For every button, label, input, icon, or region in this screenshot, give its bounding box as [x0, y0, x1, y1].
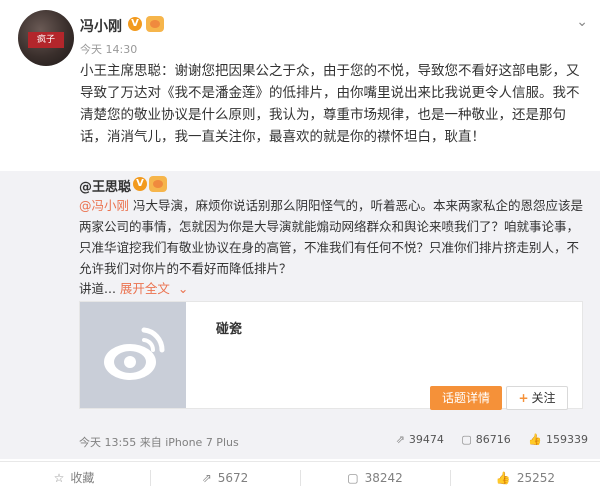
thumbs-up-icon: 👍 [528, 433, 542, 446]
repost-container: @王思聪 V @冯小刚 冯大导演，麻烦你说话别那么阴阳怪气的，听着恶心。本来两家… [0, 171, 600, 459]
topic-thumbnail [80, 302, 186, 408]
follow-label: 关注 [531, 391, 556, 405]
comment-icon: ▢ [461, 433, 472, 446]
repost-text-body: 冯大导演，麻烦你说话别那么阴阳怪气的，听着恶心。本来两家私企的恩怨应该是两家公司… [79, 198, 583, 276]
post-text: 小王主席思聪：谢谢您把因果公之于众，由于您的不悦，导致您不看好这部电影，又导致了… [80, 63, 580, 145]
repost-text: @冯小刚 冯大导演，麻烦你说话别那么阴阳怪气的，听着恶心。本来两家私企的恩怨应该… [79, 195, 584, 279]
star-icon: ☆ [53, 471, 65, 485]
member-badge-icon [149, 176, 167, 192]
favorite-button[interactable]: ☆ 收藏 [0, 462, 148, 494]
topic-title: 碰瓷 [216, 322, 243, 337]
repost-author-name[interactable]: @王思聪 [79, 176, 131, 195]
chevron-down-icon[interactable]: ⌄ [576, 14, 588, 30]
repost-footer[interactable]: 今天 13:55 来自 iPhone 7 Plus [79, 434, 239, 450]
comment-button[interactable]: ▢ 38242 [301, 462, 449, 494]
verified-badge-icon: V [128, 17, 142, 31]
mention-link[interactable]: @冯小刚 [79, 198, 129, 213]
author-avatar[interactable]: 疯子 [18, 10, 74, 66]
repost-button[interactable]: ⇗ 5672 [151, 462, 299, 494]
follow-button[interactable]: + 关注 [506, 386, 568, 410]
repost-comment-count[interactable]: ▢ 86716 [461, 433, 510, 446]
like-button[interactable]: 👍 25252 [451, 462, 600, 494]
action-bar: ☆ 收藏 ⇗ 5672 ▢ 38242 👍 25252 [0, 461, 600, 494]
truncated-text: 讲道... [79, 281, 116, 296]
comment-icon: ▢ [347, 471, 359, 485]
plus-icon: + [518, 391, 529, 405]
member-badge-icon [146, 16, 164, 32]
post-timestamp[interactable]: 今天 14:30 [80, 41, 137, 57]
share-icon: ⇗ [395, 433, 405, 446]
repost-more-row: 讲道... 展开全文 ⌄ [79, 278, 188, 297]
expand-full-link[interactable]: 展开全文 [120, 281, 170, 296]
topic-details-button[interactable]: 话题详情 [430, 386, 502, 410]
repost-stats: ⇗ 39474 ▢ 86716 👍 159339 [382, 433, 588, 446]
repost-repost-count[interactable]: ⇗ 39474 [396, 433, 444, 446]
thumbs-up-icon: 👍 [495, 471, 511, 485]
verified-badge-icon: V [133, 177, 147, 191]
avatar-stamp: 疯子 [28, 32, 64, 48]
share-icon: ⇗ [201, 471, 212, 485]
weibo-logo-icon [104, 327, 165, 380]
repost-like-count[interactable]: 👍 159339 [528, 433, 588, 446]
topic-card[interactable]: 碰瓷 话题详情 + 关注 [79, 301, 583, 410]
author-name[interactable]: 冯小刚 [80, 16, 122, 36]
chevron-down-icon[interactable]: ⌄ [178, 281, 188, 296]
